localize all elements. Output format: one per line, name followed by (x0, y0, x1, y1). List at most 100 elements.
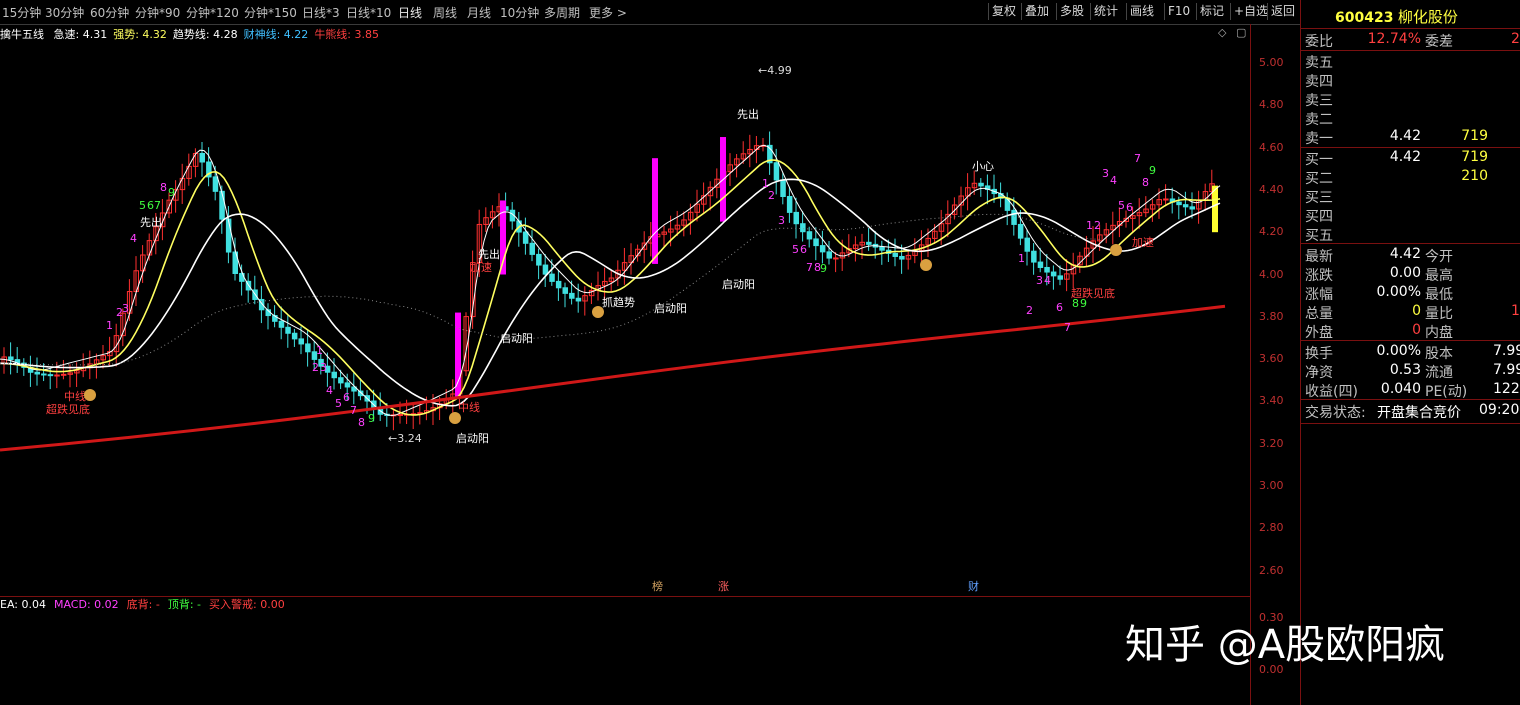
macd-value: MACD: 0.02 (53, 598, 119, 611)
period-tab[interactable]: 月线 (467, 4, 491, 21)
stat-value: 122 (1493, 381, 1520, 397)
panel-divider (1301, 50, 1520, 51)
toolbar-button[interactable]: F10 (1164, 3, 1193, 20)
period-tab[interactable]: 分钟*120 (186, 4, 239, 21)
macd-value: 顶背: - (167, 598, 201, 611)
bottom-marker: 财 (968, 579, 979, 593)
candle-body (819, 245, 826, 253)
stat-value: 0.040 (1380, 381, 1421, 397)
period-tab[interactable]: 10分钟 (500, 4, 539, 21)
wave-count: 1 (316, 344, 323, 357)
toolbar-button[interactable]: 标记 (1196, 3, 1227, 20)
candle-body (34, 371, 40, 375)
period-tab[interactable]: 多周期 (544, 4, 580, 21)
period-tab[interactable]: 更多 > (589, 4, 627, 21)
price-tick: 4.00 (1259, 267, 1284, 281)
stat-row: 最新 4.42 今开 (1303, 246, 1520, 265)
money-bag-icon (1110, 244, 1122, 256)
panel-divider (1301, 340, 1520, 341)
toolbar-button[interactable]: 返回 (1267, 3, 1298, 20)
period-tab[interactable]: 15分钟 (2, 4, 41, 21)
wave-count: 6 (1126, 201, 1133, 214)
sell-label: 卖一 (1305, 131, 1333, 147)
candle-body (1057, 275, 1063, 280)
wave-count: 1 (106, 319, 113, 332)
toolbar-button[interactable]: 统计 (1090, 3, 1121, 20)
period-tab[interactable]: 日线 (398, 4, 422, 21)
wave-count: 5 (1118, 199, 1125, 212)
stat-label: 流通 (1425, 365, 1453, 381)
period-tab[interactable]: 日线*3 (302, 4, 340, 21)
candle-body (793, 211, 799, 225)
wave-count: 2 (768, 189, 775, 202)
period-tab[interactable]: 60分钟 (90, 4, 129, 21)
period-tab[interactable]: 日线*10 (346, 4, 391, 21)
weicha-label: 委差 (1425, 34, 1453, 50)
trade-status-value: 开盘集合竞价 (1377, 405, 1461, 421)
candle-body (219, 190, 225, 220)
period-tab[interactable]: 周线 (433, 4, 457, 21)
qidong-label: 启动阳 (500, 332, 533, 345)
wave-count: 6 (343, 391, 350, 404)
buy-label: 买三 (1305, 190, 1333, 206)
low-label: ←3.24 (388, 432, 422, 445)
stat-value: 0.00% (1376, 284, 1421, 300)
candle-body (978, 182, 984, 187)
period-tab[interactable]: 分钟*150 (244, 4, 297, 21)
qidong-label: 启动阳 (722, 278, 755, 291)
macd-value: 买入警戒: 0.00 (209, 598, 285, 611)
xianchu-label: 先出 (737, 107, 759, 121)
toolbar-button[interactable]: +自选 (1230, 3, 1271, 20)
period-toolbar: 15分钟 30分钟 60分钟 分钟*90 分钟*120 分钟*150 日线*3 日线*10 日线… (0, 0, 1300, 25)
candle-body (8, 356, 14, 361)
panel-divider (1301, 28, 1520, 29)
panel-divider (1301, 147, 1520, 148)
xianchu-label: 先出 (140, 215, 162, 229)
wave-count: 7 (154, 199, 161, 212)
candle-body (47, 374, 54, 377)
stat-label: 换手 (1305, 346, 1333, 362)
stat-label: 股本 (1425, 346, 1453, 362)
toolbar-button[interactable]: 多股 (1056, 3, 1087, 20)
candle-body (806, 231, 813, 240)
weibi-value: 12.74% (1367, 31, 1421, 47)
candle-body (397, 414, 403, 417)
wave-count: 6 (1056, 301, 1063, 314)
candle-body (892, 252, 898, 257)
toolbar-button[interactable]: 复权 (988, 3, 1019, 20)
wave-count: 3 (778, 214, 785, 227)
price-axis: 5.00 4.80 4.60 4.40 4.20 4.00 3.80 3.60 3.40 3.20… (1250, 24, 1301, 705)
wave-count: 9 (820, 262, 827, 275)
money-bag-icon (449, 412, 461, 424)
panel-divider (1301, 399, 1520, 400)
wave-count: 4 (130, 232, 137, 245)
candle-body (1024, 237, 1030, 252)
toolbar-button[interactable]: 画线 (1126, 3, 1157, 20)
wave-count: 2 (1094, 219, 1101, 232)
xiaoxin-label: 小心 (972, 160, 994, 173)
quote-panel: 600423 柳化股份 委比 12.74%委差 21 卖五卖四卖三卖二卖一 4.42 71… (1300, 0, 1520, 705)
period-tab[interactable]: 30分钟 (45, 4, 84, 21)
wave-count: 2 (312, 361, 319, 374)
stock-header: 600423 柳化股份 (1335, 6, 1520, 26)
wave-count: 1 (1018, 252, 1025, 265)
buy-label: 买五 (1305, 228, 1333, 244)
zhuashi-label: 抓趋势 (602, 295, 635, 309)
wave-count: 3 (122, 302, 129, 315)
buy-row: 买一 4.42 719 (1303, 149, 1520, 168)
candle-body (1004, 197, 1011, 211)
candle-body (291, 332, 298, 340)
candle-body (542, 264, 549, 275)
stat-label: 最新 (1305, 249, 1333, 265)
wave-count: 4 (1110, 174, 1117, 187)
candle-body (899, 255, 905, 260)
buy-volume: 210 (1461, 168, 1488, 184)
kline-chart[interactable]: ←4.99 ←3.24 启动阳 启动阳 启动阳 启动阳 先出 先出 先出 加速 加速 超跌见底 超跌见底… (0, 24, 1250, 695)
toolbar-button[interactable]: 叠加 (1021, 3, 1052, 20)
buy-volume: 719 (1461, 149, 1488, 165)
wave-count: 7 (806, 261, 813, 274)
period-tab[interactable]: 分钟*90 (135, 4, 180, 21)
weicha-value: 21 (1511, 31, 1520, 47)
price-tick: 3.00 (1259, 479, 1284, 492)
sell-label: 卖三 (1305, 93, 1333, 109)
